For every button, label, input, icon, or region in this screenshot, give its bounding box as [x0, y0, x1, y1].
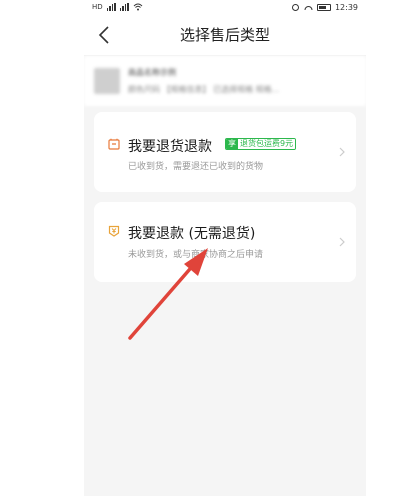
phone-screen: HD 12:39 选择售后类型 商品名称示例 颜色尺码 【规格信息】 已选择规格… — [84, 0, 366, 496]
nav-bar: 选择售后类型 — [84, 14, 366, 56]
return-and-refund-option[interactable]: 我要退货退款 享 退货包运费9元 已收到货，需要退还已收到的货物 — [94, 112, 356, 192]
product-spec: 颜色尺码 【规格信息】 已选择规格 规格... — [128, 85, 280, 94]
page-title: 选择售后类型 — [179, 26, 270, 44]
back-icon[interactable] — [94, 24, 116, 46]
free-shipping-badge: 享 退货包运费9元 — [225, 138, 297, 150]
battery-icon — [316, 3, 331, 11]
option-title: 我要退款 (无需退货) — [128, 226, 256, 242]
status-bar: HD 12:39 — [84, 0, 366, 14]
refund-only-option[interactable]: 我要退款 (无需退货) 未收到货，或与商家协商之后申请 — [94, 202, 356, 282]
option-subtitle: 已收到货，需要退还已收到的货物 — [128, 162, 264, 172]
refund-icon — [108, 225, 120, 237]
signal-icon — [106, 3, 116, 11]
clock: 12:39 — [334, 2, 358, 12]
chevron-right-icon — [339, 147, 345, 157]
alarm-icon — [291, 4, 299, 11]
return-box-icon — [108, 138, 120, 150]
badge-text: 退货包运费9元 — [238, 139, 296, 149]
speed-icon — [304, 6, 313, 11]
wifi-icon — [133, 3, 143, 11]
badge-tag: 享 — [226, 139, 238, 149]
option-title: 我要退货退款 — [128, 139, 212, 155]
chevron-right-icon — [339, 237, 345, 247]
product-summary: 商品名称示例 颜色尺码 【规格信息】 已选择规格 规格... — [84, 56, 366, 106]
product-name: 商品名称示例 — [128, 68, 176, 77]
signal-icon-2 — [119, 3, 129, 11]
product-thumbnail — [94, 68, 120, 94]
option-subtitle: 未收到货，或与商家协商之后申请 — [128, 250, 264, 260]
hd-indicator: HD — [92, 3, 103, 11]
